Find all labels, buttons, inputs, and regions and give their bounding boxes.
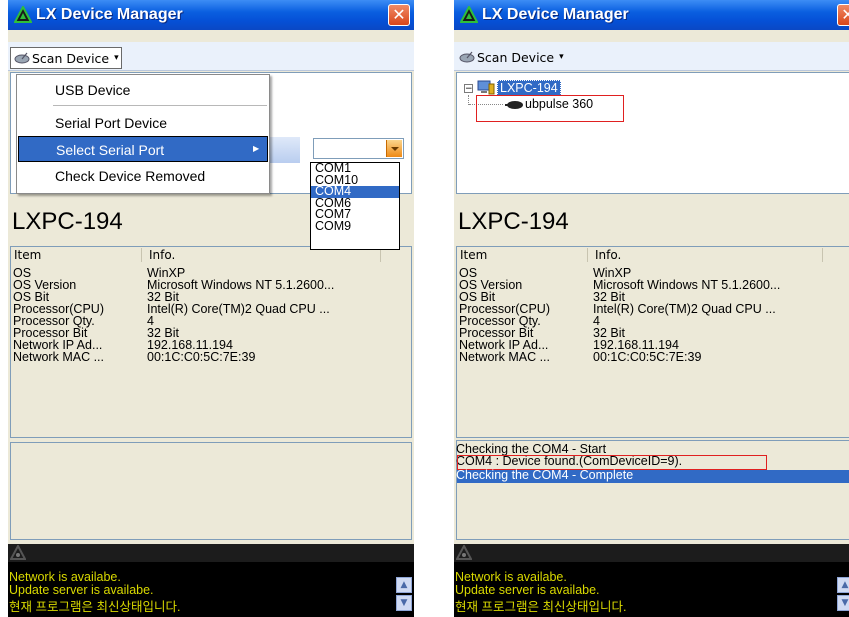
title-bar: LX Device Manager — [454, 0, 849, 30]
menu-item-label: Serial Port Device — [55, 115, 168, 131]
menu-item-check-device-removed[interactable]: Check Device Removed — [18, 163, 268, 187]
chevron-down-icon: ▾ — [559, 52, 564, 62]
computer-icon — [477, 80, 495, 95]
app-logo-icon — [10, 545, 26, 560]
device-manager-window-left: LX Device Manager ✕ Scan Device ▾ LXPC-1… — [8, 0, 414, 617]
scan-device-label: Scan Device — [477, 49, 555, 65]
row-value: 00:1C:C0:5C:7E:39 — [147, 350, 256, 364]
menu-separator — [53, 105, 267, 106]
tree-collapse-toggle[interactable]: − — [464, 84, 473, 94]
scan-device-label: Scan Device — [32, 50, 110, 66]
status-line: Network is availabe. — [455, 570, 567, 584]
column-header-item[interactable]: Item — [460, 248, 487, 262]
app-logo-icon — [14, 6, 32, 23]
window-title: LX Device Manager — [36, 6, 183, 23]
satellite-icon — [459, 51, 475, 63]
row-key: Network MAC ... — [459, 350, 550, 364]
log-panel — [10, 442, 412, 540]
column-header-info[interactable]: Info. — [149, 248, 175, 262]
status-line: Update server is availabe. — [455, 583, 600, 597]
status-line: 현재 프로그램은 최신상태입니다. — [455, 600, 627, 614]
scroll-up-button[interactable]: ▲ — [837, 577, 849, 593]
satellite-icon — [14, 52, 30, 64]
row-key: Network MAC ... — [13, 350, 104, 364]
column-header-info[interactable]: Info. — [595, 248, 621, 262]
close-button[interactable]: ✕ — [388, 4, 410, 26]
menu-item-usb-device[interactable]: USB Device — [18, 77, 268, 101]
highlight-box — [476, 95, 624, 122]
row-value: 00:1C:C0:5C:7E:39 — [593, 350, 702, 364]
scan-device-menu: USB Device Serial Port Device Select Ser… — [16, 74, 270, 194]
chevron-down-icon[interactable] — [386, 140, 402, 157]
table-header: Item Info. — [457, 247, 849, 264]
status-strip — [454, 544, 849, 562]
log-line: Checking the COM4 - Complete — [456, 468, 634, 482]
chevron-down-icon: ▾ — [114, 53, 119, 63]
status-bar: Network is availabe. Update server is av… — [454, 544, 849, 617]
scroll-down-button[interactable]: ▼ — [837, 595, 849, 611]
hostname-label: LXPC-194 — [458, 208, 569, 235]
row-value: Intel(R) Core(TM)2 Quad CPU ... — [593, 302, 776, 316]
menu-item-label: Check Device Removed — [55, 168, 206, 184]
chevron-right-icon: ▶ — [253, 144, 260, 153]
header-divider — [141, 248, 142, 262]
status-strip — [8, 544, 414, 562]
status-line: Network is availabe. — [9, 570, 121, 584]
menu-item-label: USB Device — [55, 82, 131, 98]
scan-device-button[interactable]: Scan Device ▾ — [456, 47, 566, 67]
hostname-label: LXPC-194 — [12, 208, 123, 235]
app-logo-icon — [456, 545, 472, 560]
row-value: Intel(R) Core(TM)2 Quad CPU ... — [147, 302, 330, 316]
menu-item-select-serial-port[interactable]: Select Serial Port ▶ — [18, 136, 268, 162]
status-line: 현재 프로그램은 최신상태입니다. — [9, 600, 181, 614]
menu-item-label: Select Serial Port — [56, 142, 165, 158]
status-line: Update server is availabe. — [9, 583, 154, 597]
info-rows: OS WinXP OS Version Microsoft Windows NT 5… — [459, 267, 849, 367]
status-bar: Network is availabe. Update server is av… — [8, 544, 414, 617]
title-bar: LX Device Manager — [8, 0, 414, 30]
tree-root-node[interactable]: LXPC-194 — [497, 80, 561, 96]
device-manager-window-right: LX Device Manager ✕ Scan Device ▾ − LXPC… — [454, 0, 849, 617]
info-rows: OS WinXP OS Version Microsoft Windows NT 5… — [13, 267, 403, 367]
scan-device-button[interactable]: Scan Device ▾ — [10, 47, 122, 69]
header-divider — [380, 248, 381, 262]
serial-port-combobox[interactable] — [313, 138, 404, 159]
menu-item-serial-port-device[interactable]: Serial Port Device — [18, 110, 268, 134]
serial-port-dropdown-list: COM1 COM10 COM4 COM6 COM7 COM9 — [310, 162, 400, 250]
close-button[interactable]: ✕ — [837, 4, 849, 26]
scroll-down-button[interactable]: ▼ — [396, 595, 412, 611]
window-title: LX Device Manager — [482, 6, 629, 23]
scroll-up-button[interactable]: ▲ — [396, 577, 412, 593]
header-divider — [587, 248, 588, 262]
menu-shadow-strip — [270, 137, 300, 163]
app-logo-icon — [460, 6, 478, 23]
column-header-item[interactable]: Item — [14, 248, 41, 262]
port-option[interactable]: COM9 — [311, 220, 399, 233]
header-divider — [822, 248, 823, 262]
